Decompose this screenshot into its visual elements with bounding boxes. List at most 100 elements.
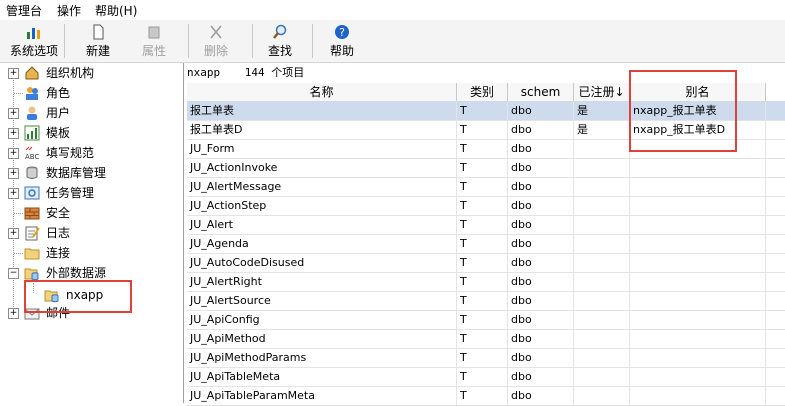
task-icon: [24, 186, 40, 200]
menu-operation[interactable]: 操作: [57, 2, 81, 19]
tree-item-template[interactable]: + 模板: [0, 123, 183, 143]
cell-alias: [630, 348, 766, 367]
help-button[interactable]: ? 帮助: [324, 22, 360, 60]
table-row[interactable]: JU_Agenda Tdbo: [187, 234, 785, 254]
tree-item-db[interactable]: + 数据库管理: [0, 163, 183, 183]
cell-registered: [574, 348, 630, 367]
cell-name: JU_AlertRight: [187, 272, 457, 291]
cell-alias: [630, 215, 766, 234]
tree-item-task[interactable]: + 任务管理: [0, 183, 183, 203]
table-row[interactable]: JU_Alert Tdbo: [187, 215, 785, 235]
expand-icon[interactable]: +: [8, 68, 19, 79]
cell-type: T: [457, 310, 508, 329]
menu-console[interactable]: 管理台: [6, 2, 42, 19]
table-row[interactable]: JU_ApiTableParamMeta Tdbo: [187, 386, 785, 406]
table-row[interactable]: JU_AlertMessage Tdbo: [187, 177, 785, 197]
cell-name: 报工单表: [187, 101, 457, 120]
cell-name: JU_Alert: [187, 215, 457, 234]
table-row[interactable]: JU_ActionStep Tdbo: [187, 196, 785, 216]
tree-label-db: 数据库管理: [46, 166, 107, 180]
cell-type: T: [457, 215, 508, 234]
tree-label-log: 日志: [46, 226, 71, 240]
tree-connector: [14, 213, 23, 214]
table-row[interactable]: JU_AutoCodeDisused Tdbo: [187, 253, 785, 273]
tree-label-spec: 填写规范: [46, 146, 95, 160]
expand-icon[interactable]: +: [8, 228, 19, 239]
system-options-icon: [27, 28, 40, 39]
cell-schema: dbo: [508, 272, 574, 291]
cell-schema: dbo: [508, 386, 574, 405]
cell-schema: dbo: [508, 348, 574, 367]
cell-type: T: [457, 234, 508, 253]
cell-schema: dbo: [508, 196, 574, 215]
tree-item-org[interactable]: + 组织机构: [0, 63, 183, 83]
cell-registered: 是: [574, 101, 630, 120]
expand-icon[interactable]: +: [8, 148, 19, 159]
new-document-icon: [93, 24, 104, 40]
cell-registered: [574, 177, 630, 196]
cell-alias: [630, 310, 766, 329]
cell-type: T: [457, 291, 508, 310]
new-button[interactable]: 新建: [80, 22, 116, 60]
cell-name: JU_AlertMessage: [187, 177, 457, 196]
cell-name: 报工单表D: [187, 120, 457, 139]
cell-registered: [574, 234, 630, 253]
tree-label-task: 任务管理: [46, 186, 95, 200]
svg-text:?: ?: [339, 26, 345, 39]
tree-item-security[interactable]: 安全: [0, 203, 183, 223]
cell-type: T: [457, 348, 508, 367]
tree-item-log[interactable]: + 日志: [0, 223, 183, 243]
tree-item-user[interactable]: + 用户: [0, 103, 183, 123]
menu-help[interactable]: 帮助(H): [95, 2, 137, 19]
table-row[interactable]: JU_AlertSource Tdbo: [187, 291, 785, 311]
tree-label-role: 角色: [46, 86, 71, 100]
tree-item-spec[interactable]: + ABC 填写规范: [0, 143, 183, 163]
tree-item-connect[interactable]: 连接: [0, 243, 183, 263]
collapse-icon[interactable]: −: [8, 268, 19, 279]
delete-button[interactable]: 删除: [198, 22, 234, 60]
find-button[interactable]: 查找: [262, 22, 298, 60]
cell-alias: [630, 367, 766, 386]
cell-schema: dbo: [508, 158, 574, 177]
table-row[interactable]: JU_AlertRight Tdbo: [187, 272, 785, 292]
expand-icon[interactable]: +: [8, 188, 19, 199]
table-row[interactable]: JU_ApiMethod Tdbo: [187, 329, 785, 349]
cell-name: JU_ApiMethod: [187, 329, 457, 348]
cell-registered: [574, 386, 630, 405]
column-header-name[interactable]: 名称: [187, 83, 457, 102]
column-header-schema[interactable]: schem: [508, 83, 574, 102]
expand-icon[interactable]: +: [8, 108, 19, 119]
cell-registered: [574, 367, 630, 386]
cell-schema: dbo: [508, 215, 574, 234]
table-row[interactable]: JU_ApiMethodParams Tdbo: [187, 348, 785, 368]
table-row[interactable]: JU_ActionInvoke Tdbo: [187, 158, 785, 178]
security-wall-icon: [24, 207, 40, 220]
datasource-name: nxapp: [187, 66, 221, 79]
cell-name: JU_ApiTableParamMeta: [187, 386, 457, 405]
cell-registered: [574, 253, 630, 272]
expand-icon[interactable]: +: [8, 308, 19, 319]
column-header-registered[interactable]: 已注册↓: [574, 83, 630, 102]
cell-registered: [574, 272, 630, 291]
table-row[interactable]: JU_ApiTableMeta Tdbo: [187, 367, 785, 387]
properties-button[interactable]: 属性: [136, 22, 172, 60]
system-options-button[interactable]: 系统选项: [8, 22, 60, 60]
magnifier-icon: [273, 24, 287, 39]
cell-name: JU_Form: [187, 139, 457, 158]
menu-bar: 管理台 操作 帮助(H): [0, 0, 785, 20]
column-header-type[interactable]: 类别: [457, 83, 508, 102]
cell-schema: dbo: [508, 177, 574, 196]
cell-type: T: [457, 177, 508, 196]
tree-item-role[interactable]: 角色: [0, 83, 183, 103]
cell-registered: [574, 291, 630, 310]
system-options-label: 系统选项: [9, 44, 58, 58]
cell-type: T: [457, 253, 508, 272]
cell-type: T: [457, 120, 508, 139]
table-panel: nxapp 144 个项目 名称 类别 schem 已注册↓ 别名 报工单表 Td…: [185, 63, 785, 406]
cell-registered: 是: [574, 120, 630, 139]
expand-icon[interactable]: +: [8, 128, 19, 139]
table-row[interactable]: JU_ApiConfig Tdbo: [187, 310, 785, 330]
log-notepad-icon: [25, 226, 40, 241]
expand-icon[interactable]: +: [8, 168, 19, 179]
tree-label-security: 安全: [46, 206, 71, 220]
